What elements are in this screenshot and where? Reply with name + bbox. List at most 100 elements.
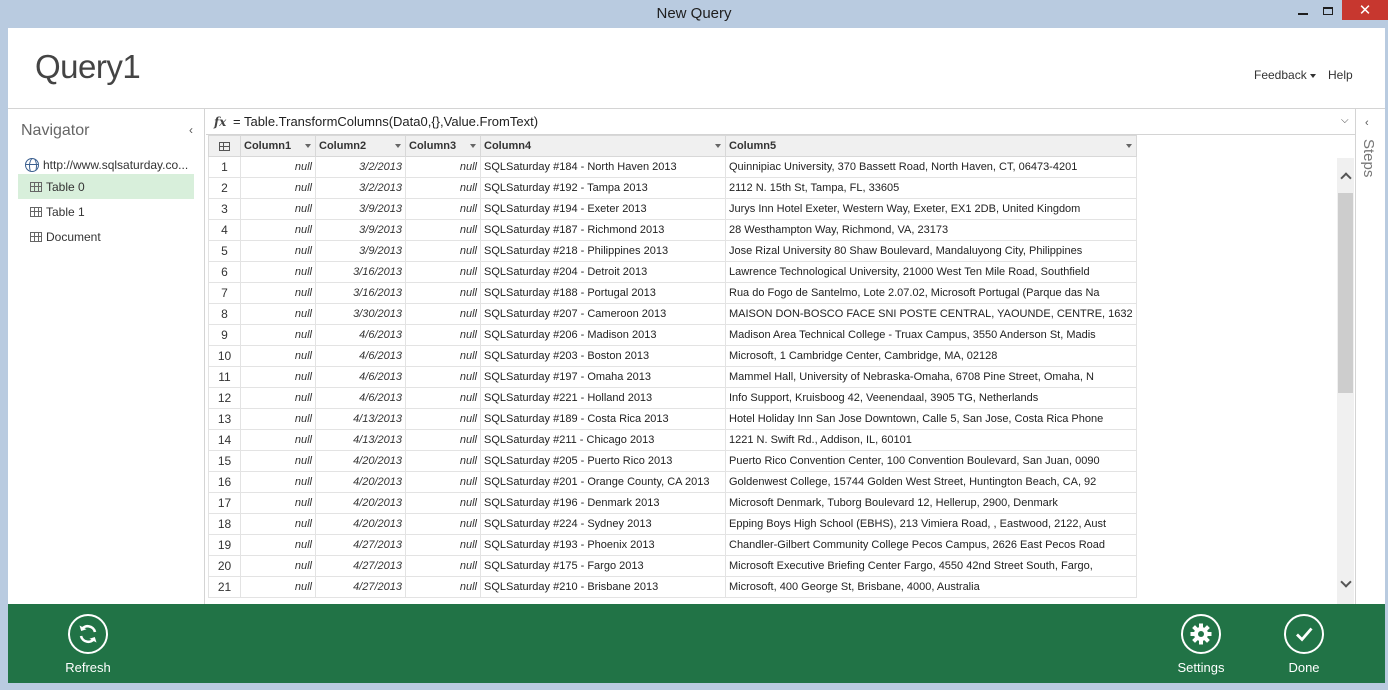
table-cell[interactable]: Mammel Hall, University of Nebraska-Omah…	[725, 366, 1137, 388]
table-cell[interactable]: SQLSaturday #184 - North Haven 2013	[480, 156, 726, 178]
table-cell[interactable]: null	[240, 177, 316, 199]
table-cell[interactable]: Lawrence Technological University, 21000…	[725, 261, 1137, 283]
row-number[interactable]: 4	[208, 219, 241, 241]
table-cell[interactable]: Madison Area Technical College - Truax C…	[725, 324, 1137, 346]
table-cell[interactable]: SQLSaturday #207 - Cameroon 2013	[480, 303, 726, 325]
close-button[interactable]: ✕	[1342, 0, 1388, 20]
table-cell[interactable]: 2112 N. 15th St, Tampa, FL, 33605	[725, 177, 1137, 199]
table-row[interactable]: 1 null 3/2/2013 null SQLSaturday #184 - Nort…	[208, 156, 1137, 178]
table-cell[interactable]: 3/2/2013	[315, 156, 406, 178]
help-link[interactable]: Help	[1328, 68, 1353, 82]
table-cell[interactable]: SQLSaturday #188 - Portugal 2013	[480, 282, 726, 304]
table-cell[interactable]: Microsoft Executive Briefing Center Farg…	[725, 555, 1137, 577]
table-cell[interactable]: 4/20/2013	[315, 450, 406, 472]
table-row[interactable]: 18 null 4/20/2013 null SQLSaturday #224 - Sy…	[208, 513, 1137, 535]
expand-steps-icon[interactable]: ‹	[1365, 117, 1369, 129]
scrollbar-thumb[interactable]	[1338, 193, 1353, 393]
table-cell[interactable]: SQLSaturday #206 - Madison 2013	[480, 324, 726, 346]
refresh-button[interactable]: Refresh	[43, 614, 133, 675]
table-row[interactable]: 8 null 3/30/2013 null SQLSaturday #207 - Cam…	[208, 303, 1137, 325]
row-number[interactable]: 20	[208, 555, 241, 577]
table-cell[interactable]: null	[405, 366, 481, 388]
table-cell[interactable]: null	[405, 450, 481, 472]
table-cell[interactable]: null	[240, 303, 316, 325]
chevron-down-icon[interactable]	[395, 144, 401, 148]
table-cell[interactable]: SQLSaturday #218 - Philippines 2013	[480, 240, 726, 262]
table-cell[interactable]: 3/30/2013	[315, 303, 406, 325]
table-cell[interactable]: Puerto Rico Convention Center, 100 Conve…	[725, 450, 1137, 472]
table-cell[interactable]: 3/16/2013	[315, 282, 406, 304]
table-cell[interactable]: 4/20/2013	[315, 513, 406, 535]
table-cell[interactable]: SQLSaturday #197 - Omaha 2013	[480, 366, 726, 388]
table-row[interactable]: 12 null 4/6/2013 null SQLSaturday #221 - Hol…	[208, 387, 1137, 409]
table-cell[interactable]: null	[240, 282, 316, 304]
table-cell[interactable]: Microsoft, 400 George St, Brisbane, 4000…	[725, 576, 1137, 598]
vertical-scrollbar[interactable]	[1337, 158, 1354, 604]
chevron-down-icon[interactable]: ⌵	[1341, 115, 1349, 126]
table-cell[interactable]: 1221 N. Swift Rd., Addison, IL, 60101	[725, 429, 1137, 451]
maximize-button[interactable]	[1316, 0, 1340, 22]
table-cell[interactable]: null	[240, 219, 316, 241]
row-number[interactable]: 5	[208, 240, 241, 262]
table-cell[interactable]: null	[405, 492, 481, 514]
table-cell[interactable]: null	[240, 198, 316, 220]
table-cell[interactable]: 4/27/2013	[315, 534, 406, 556]
row-number[interactable]: 19	[208, 534, 241, 556]
table-cell[interactable]: SQLSaturday #221 - Holland 2013	[480, 387, 726, 409]
table-cell[interactable]: 4/6/2013	[315, 387, 406, 409]
table-cell[interactable]: 3/9/2013	[315, 240, 406, 262]
table-cell[interactable]: SQLSaturday #211 - Chicago 2013	[480, 429, 726, 451]
table-cell[interactable]: null	[405, 555, 481, 577]
row-number[interactable]: 11	[208, 366, 241, 388]
table-cell[interactable]: null	[405, 576, 481, 598]
table-cell[interactable]: 3/9/2013	[315, 198, 406, 220]
table-cell[interactable]: SQLSaturday #193 - Phoenix 2013	[480, 534, 726, 556]
table-cell[interactable]: null	[240, 471, 316, 493]
done-button[interactable]: Done	[1259, 614, 1349, 675]
table-cell[interactable]: Info Support, Kruisboog 42, Veenendaal, …	[725, 387, 1137, 409]
scroll-up-icon[interactable]	[1340, 172, 1352, 184]
table-cell[interactable]: SQLSaturday #205 - Puerto Rico 2013	[480, 450, 726, 472]
table-cell[interactable]: null	[405, 219, 481, 241]
table-cell[interactable]: SQLSaturday #196 - Denmark 2013	[480, 492, 726, 514]
table-cell[interactable]: SQLSaturday #194 - Exeter 2013	[480, 198, 726, 220]
table-cell[interactable]: null	[405, 345, 481, 367]
table-cell[interactable]: null	[240, 345, 316, 367]
table-row[interactable]: 15 null 4/20/2013 null SQLSaturday #205 - Pu…	[208, 450, 1137, 472]
table-row[interactable]: 16 null 4/20/2013 null SQLSaturday #201 - Or…	[208, 471, 1137, 493]
table-row[interactable]: 17 null 4/20/2013 null SQLSaturday #196 - De…	[208, 492, 1137, 514]
table-cell[interactable]: 3/2/2013	[315, 177, 406, 199]
steps-label[interactable]: Steps	[1360, 139, 1377, 177]
table-cell[interactable]: Microsoft Denmark, Tuborg Boulevard 12, …	[725, 492, 1137, 514]
table-cell[interactable]: null	[240, 576, 316, 598]
table-row[interactable]: 14 null 4/13/2013 null SQLSaturday #211 - Ch…	[208, 429, 1137, 451]
table-row[interactable]: 4 null 3/9/2013 null SQLSaturday #187 - Rich…	[208, 219, 1137, 241]
table-cell[interactable]: SQLSaturday #203 - Boston 2013	[480, 345, 726, 367]
navigator-item-table-1[interactable]: Table 1	[18, 199, 194, 224]
table-cell[interactable]: null	[240, 387, 316, 409]
table-row[interactable]: 10 null 4/6/2013 null SQLSaturday #203 - Bos…	[208, 345, 1137, 367]
table-cell[interactable]: MAISON DON-BOSCO FACE SNI POSTE CENTRAL,…	[725, 303, 1137, 325]
table-cell[interactable]: 3/16/2013	[315, 261, 406, 283]
table-row[interactable]: 11 null 4/6/2013 null SQLSaturday #197 - Oma…	[208, 366, 1137, 388]
column-header[interactable]: Column2	[315, 135, 406, 157]
table-cell[interactable]: null	[240, 555, 316, 577]
column-header[interactable]: Column4	[480, 135, 726, 157]
table-cell[interactable]: 4/20/2013	[315, 492, 406, 514]
select-all-cell[interactable]	[208, 135, 241, 157]
table-cell[interactable]: null	[405, 408, 481, 430]
row-number[interactable]: 6	[208, 261, 241, 283]
formula-input[interactable]: = Table.TransformColumns(Data0,{},Value.…	[233, 114, 538, 129]
query-title[interactable]: Query1	[35, 48, 141, 86]
table-cell[interactable]: 4/6/2013	[315, 324, 406, 346]
table-cell[interactable]: 3/9/2013	[315, 219, 406, 241]
chevron-down-icon[interactable]	[305, 144, 311, 148]
table-row[interactable]: 21 null 4/27/2013 null SQLSaturday #210 - Br…	[208, 576, 1137, 598]
row-number[interactable]: 10	[208, 345, 241, 367]
table-cell[interactable]: 28 Westhampton Way, Richmond, VA, 23173	[725, 219, 1137, 241]
table-row[interactable]: 7 null 3/16/2013 null SQLSaturday #188 - Por…	[208, 282, 1137, 304]
table-cell[interactable]: null	[405, 240, 481, 262]
row-number[interactable]: 7	[208, 282, 241, 304]
table-cell[interactable]: null	[405, 534, 481, 556]
row-number[interactable]: 18	[208, 513, 241, 535]
